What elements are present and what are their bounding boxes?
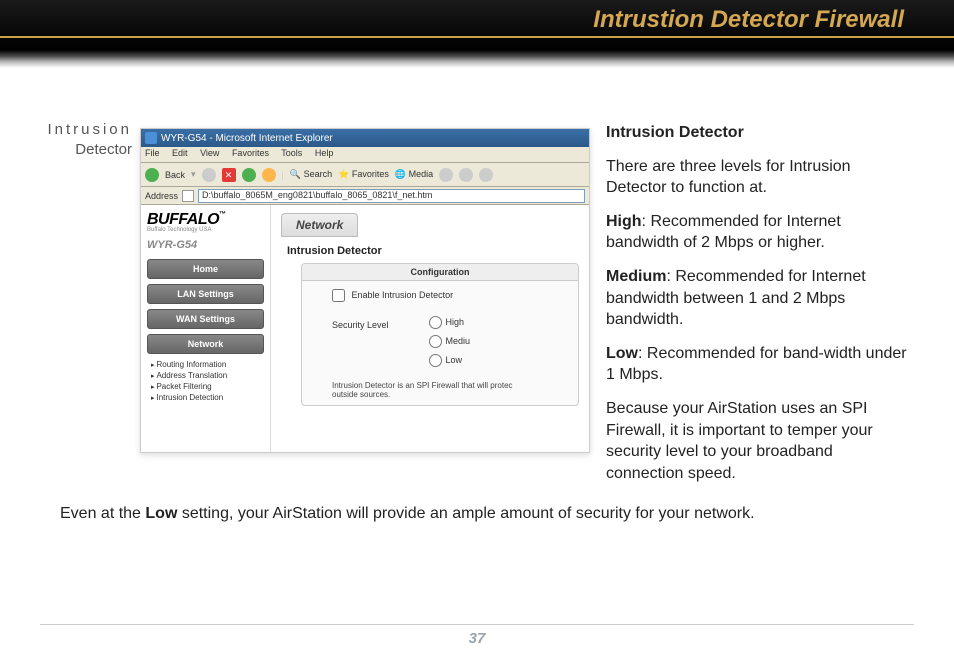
desc-p5: Because your AirStation uses an SPI Fire…: [606, 398, 914, 484]
nav-lan[interactable]: LAN Settings: [147, 284, 264, 304]
model-label: WYR-G54: [147, 239, 264, 251]
desc-high-text: : Recommended for Internet bandwidth of …: [606, 213, 841, 252]
section-label-row2: Detector: [75, 141, 132, 158]
config-desc: Intrusion Detector is an SPI Firewall th…: [332, 381, 568, 390]
bottom-note: Even at the Low setting, your AirStation…: [60, 505, 914, 523]
back-icon[interactable]: [145, 168, 159, 182]
media-button[interactable]: 🌐 Media: [395, 169, 433, 180]
desc-high-label: High: [606, 213, 642, 230]
brand-subtitle: Buffalo Technology USA: [147, 227, 264, 233]
address-bar: Address D:\buffalo_8065M_eng0821\buffalo…: [141, 187, 589, 205]
footer-rule: [40, 624, 914, 625]
section-label: Intrusion Detector: [40, 120, 132, 159]
window-titlebar: WYR-G54 - Microsoft Internet Explorer: [141, 129, 589, 147]
print-icon[interactable]: [479, 168, 493, 182]
description-text: Intrusion Detector There are three level…: [606, 122, 914, 496]
toolbar: Back ▾ ✕ | 🔍 Search ⭐ Favorites 🌐 Media: [141, 163, 589, 187]
back-label[interactable]: Back: [165, 170, 185, 180]
menu-file[interactable]: File: [145, 148, 160, 158]
subnav-packet[interactable]: Packet Filtering: [147, 381, 264, 392]
radio-high[interactable]: [429, 316, 442, 329]
desc-low-label: Low: [606, 345, 638, 362]
security-level-label: Security Level: [332, 320, 389, 373]
router-sidebar: BUFFALO™ Buffalo Technology USA WYR-G54 …: [141, 205, 271, 452]
radio-low[interactable]: [429, 354, 442, 367]
config-desc2: outside sources.: [332, 390, 568, 399]
browser-screenshot: WYR-G54 - Microsoft Internet Explorer Fi…: [140, 128, 590, 453]
menu-help[interactable]: Help: [315, 148, 334, 158]
mail-icon[interactable]: [459, 168, 473, 182]
ie-icon: [145, 132, 157, 144]
desc-medium-label: Medium: [606, 268, 666, 285]
menu-view[interactable]: View: [200, 148, 219, 158]
desc-low-text: : Recommended for band-width under 1 Mbp…: [606, 345, 907, 384]
browser-body: BUFFALO™ Buffalo Technology USA WYR-G54 …: [141, 205, 589, 452]
enable-intrusion-checkbox[interactable]: [332, 289, 345, 302]
tab-network[interactable]: Network: [281, 213, 358, 237]
history-icon[interactable]: [439, 168, 453, 182]
config-header: Configuration: [302, 264, 578, 281]
page-title: Intrustion Detector Firewall: [593, 6, 904, 34]
desc-p1: There are three levels for Intrusion Det…: [606, 156, 914, 199]
menu-bar: File Edit View Favorites Tools Help: [141, 147, 589, 163]
address-label: Address: [145, 191, 178, 201]
menu-favorites[interactable]: Favorites: [232, 148, 269, 158]
menu-edit[interactable]: Edit: [172, 148, 188, 158]
subnav-intrusion[interactable]: Intrusion Detection: [147, 392, 264, 403]
config-panel: Configuration Enable Intrusion Detector …: [301, 263, 579, 406]
forward-icon[interactable]: [202, 168, 216, 182]
nav-wan[interactable]: WAN Settings: [147, 309, 264, 329]
home-icon[interactable]: [262, 168, 276, 182]
subnav-address[interactable]: Address Translation: [147, 370, 264, 381]
refresh-icon[interactable]: [242, 168, 256, 182]
favorites-button[interactable]: ⭐ Favorites: [338, 169, 389, 180]
panel-title: Intrusion Detector: [287, 245, 579, 257]
enable-label: Enable Intrusion Detector: [352, 290, 454, 300]
desc-heading: Intrusion Detector: [606, 124, 744, 141]
nav-home[interactable]: Home: [147, 259, 264, 279]
subnav-routing[interactable]: Routing Information: [147, 359, 264, 370]
stop-icon[interactable]: ✕: [222, 168, 236, 182]
address-input[interactable]: D:\buffalo_8065M_eng0821\buffalo_8065_08…: [198, 189, 585, 203]
search-button[interactable]: 🔍 Search: [290, 169, 332, 180]
router-main: Network Intrusion Detector Configuration…: [271, 205, 589, 452]
header: Intrustion Detector Firewall: [0, 0, 954, 50]
radio-medium[interactable]: [429, 335, 442, 348]
header-underline: [0, 36, 954, 38]
section-label-row1: Intrusion: [40, 120, 132, 140]
page-number: 37: [0, 630, 954, 647]
window-title: WYR-G54 - Microsoft Internet Explorer: [161, 133, 333, 144]
file-icon: [182, 190, 194, 202]
menu-tools[interactable]: Tools: [281, 148, 302, 158]
nav-network[interactable]: Network: [147, 334, 264, 354]
header-gradient: [0, 50, 954, 68]
